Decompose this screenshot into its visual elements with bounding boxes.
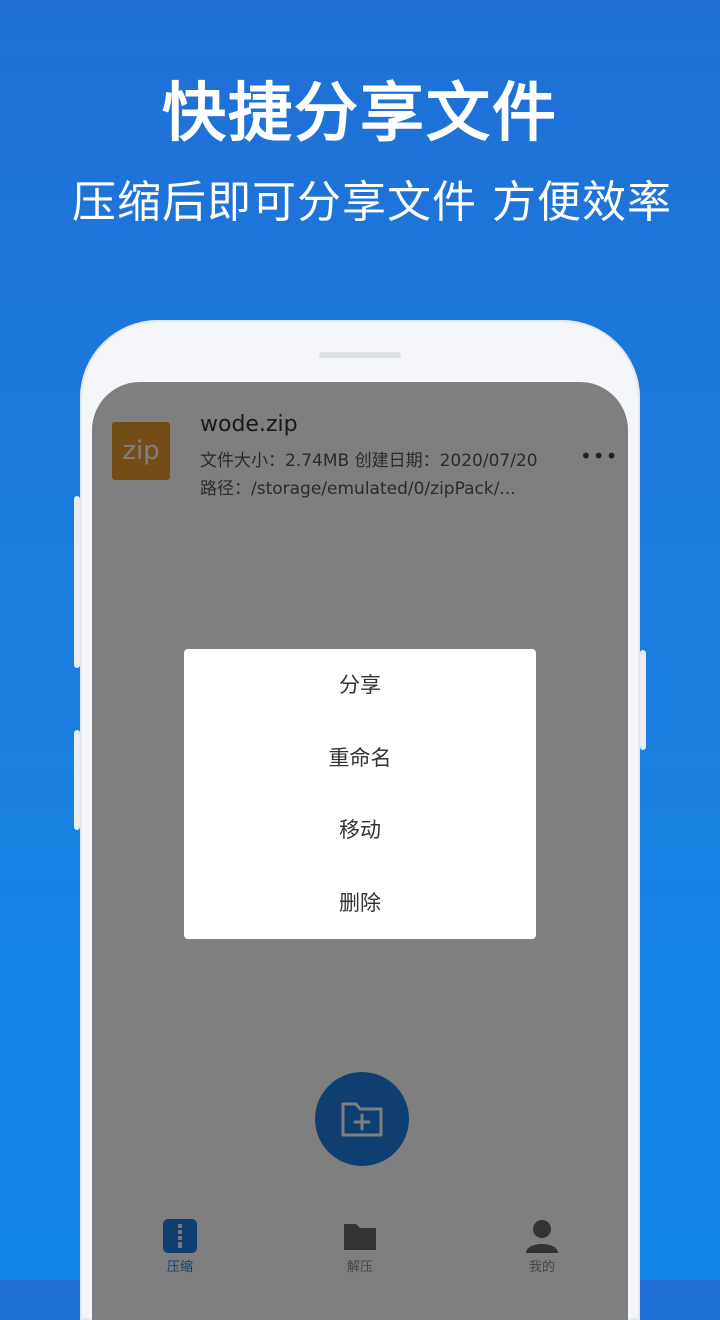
menu-item-delete[interactable]: 删除: [184, 867, 536, 940]
promo-subline: 压缩后即可分享文件 方便效率: [72, 177, 672, 228]
phone-side-button-left-1: [74, 496, 80, 668]
phone-side-button-left-2: [74, 730, 80, 830]
phone-side-button-right: [640, 650, 646, 750]
menu-item-share[interactable]: 分享: [184, 649, 536, 722]
phone-speaker: [319, 352, 401, 358]
phone-screen: zip wode.zip 文件大小：2.74MB 创建日期：2020/07/20…: [92, 382, 628, 1320]
context-menu: 分享 重命名 移动 删除: [184, 649, 536, 939]
phone-frame: zip wode.zip 文件大小：2.74MB 创建日期：2020/07/20…: [74, 320, 646, 1320]
menu-item-move[interactable]: 移动: [184, 794, 536, 867]
promo-headline: 快捷分享文件: [162, 77, 558, 151]
menu-item-rename[interactable]: 重命名: [184, 722, 536, 795]
